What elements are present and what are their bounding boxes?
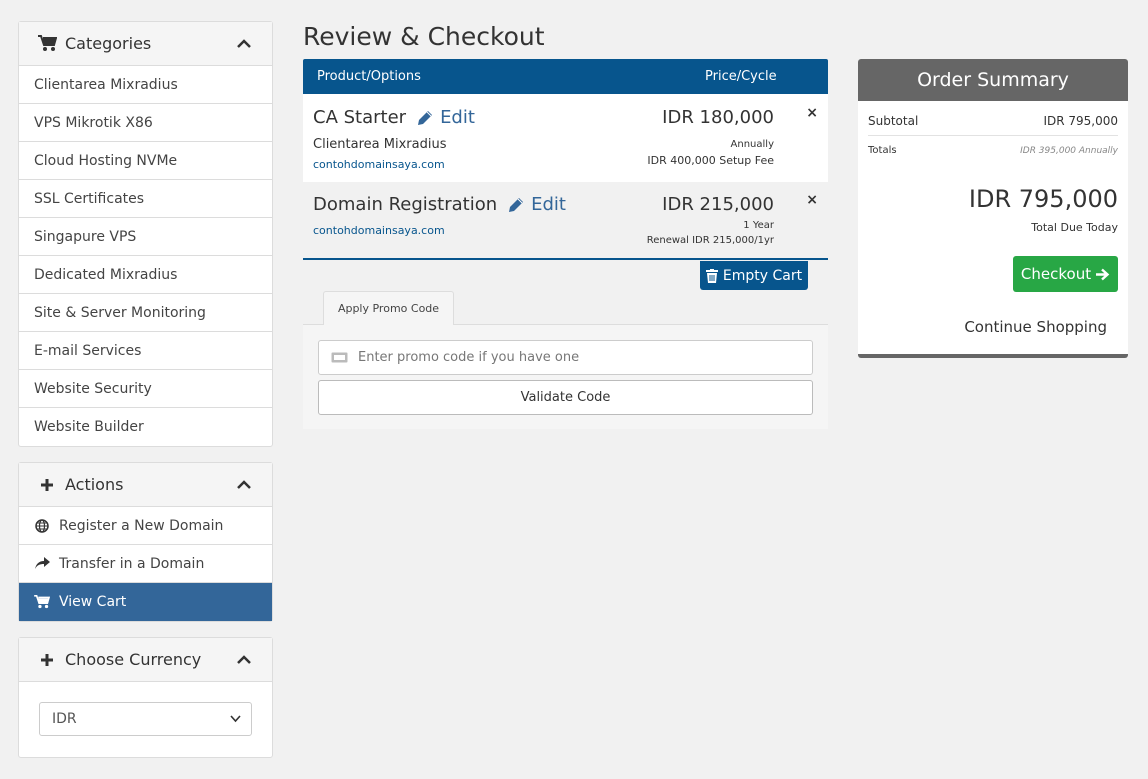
view-cart-link[interactable]: View Cart — [19, 583, 272, 621]
order-summary-title: Order Summary — [858, 59, 1128, 101]
category-item[interactable]: Website Security — [19, 370, 272, 408]
subtotal-label: Subtotal — [868, 114, 919, 128]
actions-panel: Actions Register a New Domain Transfer i… — [18, 462, 273, 622]
currency-title: Choose Currency — [65, 650, 202, 669]
checkout-button[interactable]: Checkout — [1013, 256, 1118, 292]
remove-item-button[interactable]: × — [806, 192, 818, 208]
product-domain: contohdomainsaya.com — [313, 224, 445, 237]
plus-icon — [37, 475, 57, 495]
globe-icon — [34, 518, 50, 534]
product-column-header: Product/Options — [317, 69, 421, 84]
category-item[interactable]: SSL Certificates — [19, 180, 272, 218]
ticket-icon — [331, 352, 348, 363]
chevron-up-icon[interactable] — [236, 652, 252, 668]
actions-header[interactable]: Actions — [19, 463, 272, 507]
category-item[interactable]: Singapure VPS — [19, 218, 272, 256]
category-item[interactable]: Website Builder — [19, 408, 272, 446]
category-label: Website Builder — [34, 419, 144, 435]
checkout-label: Checkout — [1020, 265, 1092, 283]
chevron-up-icon[interactable] — [236, 36, 252, 52]
category-label: Cloud Hosting NVMe — [34, 152, 178, 169]
order-summary: Order Summary Subtotal IDR 795,000 Total… — [858, 59, 1128, 358]
item-renewal: Renewal IDR 215,000/1yr — [646, 235, 774, 246]
chevron-down-icon — [230, 715, 241, 723]
category-label: Dedicated Mixradius — [34, 266, 178, 283]
product-name: Domain Registration — [313, 194, 498, 215]
product-group: Clientarea Mixradius — [313, 137, 447, 152]
subtotal-row: Subtotal IDR 795,000 — [868, 114, 1118, 136]
subtotal-value: IDR 795,000 — [1043, 114, 1118, 128]
item-price: IDR 215,000 — [662, 194, 774, 215]
actions-title: Actions — [65, 475, 124, 494]
page-title: Review & Checkout — [303, 22, 545, 51]
category-item[interactable]: Site & Server Monitoring — [19, 294, 272, 332]
plus-icon — [37, 650, 57, 670]
register-domain-label: Register a New Domain — [59, 517, 224, 534]
product-domain: contohdomainsaya.com — [313, 158, 445, 171]
cart-table: Product/Options Price/Cycle CA Starter E… — [303, 59, 828, 260]
category-item[interactable]: Cloud Hosting NVMe — [19, 142, 272, 180]
category-label: SSL Certificates — [34, 190, 145, 207]
cart-item-row: Domain Registration Edit contohdomainsay… — [303, 182, 828, 260]
category-label: E-mail Services — [34, 342, 142, 359]
validate-code-button[interactable]: Validate Code — [318, 380, 813, 415]
currency-header[interactable]: Choose Currency — [19, 638, 272, 682]
arrow-right-icon — [1096, 268, 1110, 280]
total-due-amount: IDR 795,000 — [968, 185, 1118, 213]
currency-select[interactable]: IDR — [39, 702, 252, 736]
cart-item-row: CA Starter Edit Clientarea Mixradius con… — [303, 94, 828, 182]
totals-row: Totals IDR 395,000 Annually — [868, 145, 1118, 156]
currency-selected-value: IDR — [52, 711, 77, 727]
price-column-header: Price/Cycle — [705, 69, 777, 84]
category-label: Clientarea Mixradius — [34, 76, 178, 93]
trash-icon — [705, 268, 718, 283]
promo-code-placeholder: Enter promo code if you have one — [358, 350, 580, 365]
chevron-up-icon[interactable] — [236, 477, 252, 493]
category-label: Site & Server Monitoring — [34, 304, 206, 321]
continue-shopping-link[interactable]: Continue Shopping — [964, 318, 1107, 336]
edit-label: Edit — [531, 194, 566, 215]
pencil-icon — [509, 197, 524, 212]
categories-panel: Categories Clientarea Mixradius VPS Mikr… — [18, 21, 273, 447]
register-domain-link[interactable]: Register a New Domain — [19, 507, 272, 545]
remove-item-button[interactable]: × — [806, 105, 818, 121]
edit-link[interactable]: Edit — [416, 107, 475, 128]
category-item[interactable]: Dedicated Mixradius — [19, 256, 272, 294]
item-setup-fee: IDR 400,000 Setup Fee — [647, 154, 774, 167]
category-label: Singapure VPS — [34, 228, 137, 245]
totals-annual-value: IDR 395,000 Annually — [1020, 145, 1118, 156]
category-item[interactable]: VPS Mikrotik X86 — [19, 104, 272, 142]
pencil-icon — [418, 110, 433, 125]
empty-cart-label: Empty Cart — [722, 267, 803, 284]
cart-icon — [34, 594, 50, 610]
cart-icon — [37, 34, 57, 54]
total-due-label: Total Due Today — [1031, 221, 1118, 234]
transfer-domain-label: Transfer in a Domain — [59, 555, 205, 572]
currency-body: IDR — [19, 682, 272, 756]
currency-panel: Choose Currency IDR — [18, 637, 273, 758]
empty-cart-button[interactable]: Empty Cart — [700, 261, 808, 290]
totals-label: Totals — [868, 145, 897, 156]
view-cart-label: View Cart — [59, 594, 127, 610]
transfer-domain-link[interactable]: Transfer in a Domain — [19, 545, 272, 583]
categories-header[interactable]: Categories — [19, 22, 272, 66]
cart-header: Product/Options Price/Cycle — [303, 59, 828, 94]
promo-code-tab[interactable]: Apply Promo Code — [323, 291, 454, 325]
edit-link[interactable]: Edit — [507, 194, 566, 215]
edit-label: Edit — [440, 107, 475, 128]
share-arrow-icon — [34, 556, 50, 572]
item-cycle: Annually — [730, 139, 774, 150]
item-price: IDR 180,000 — [662, 107, 774, 128]
category-item[interactable]: Clientarea Mixradius — [19, 66, 272, 104]
category-item[interactable]: E-mail Services — [19, 332, 272, 370]
category-label: Website Security — [34, 380, 152, 397]
category-label: VPS Mikrotik X86 — [34, 114, 153, 131]
promo-code-input[interactable]: Enter promo code if you have one — [318, 340, 813, 375]
promo-code-panel: Enter promo code if you have one Validat… — [303, 324, 828, 429]
item-cycle: 1 Year — [743, 220, 774, 231]
categories-title: Categories — [65, 34, 152, 53]
product-name: CA Starter — [313, 107, 407, 128]
